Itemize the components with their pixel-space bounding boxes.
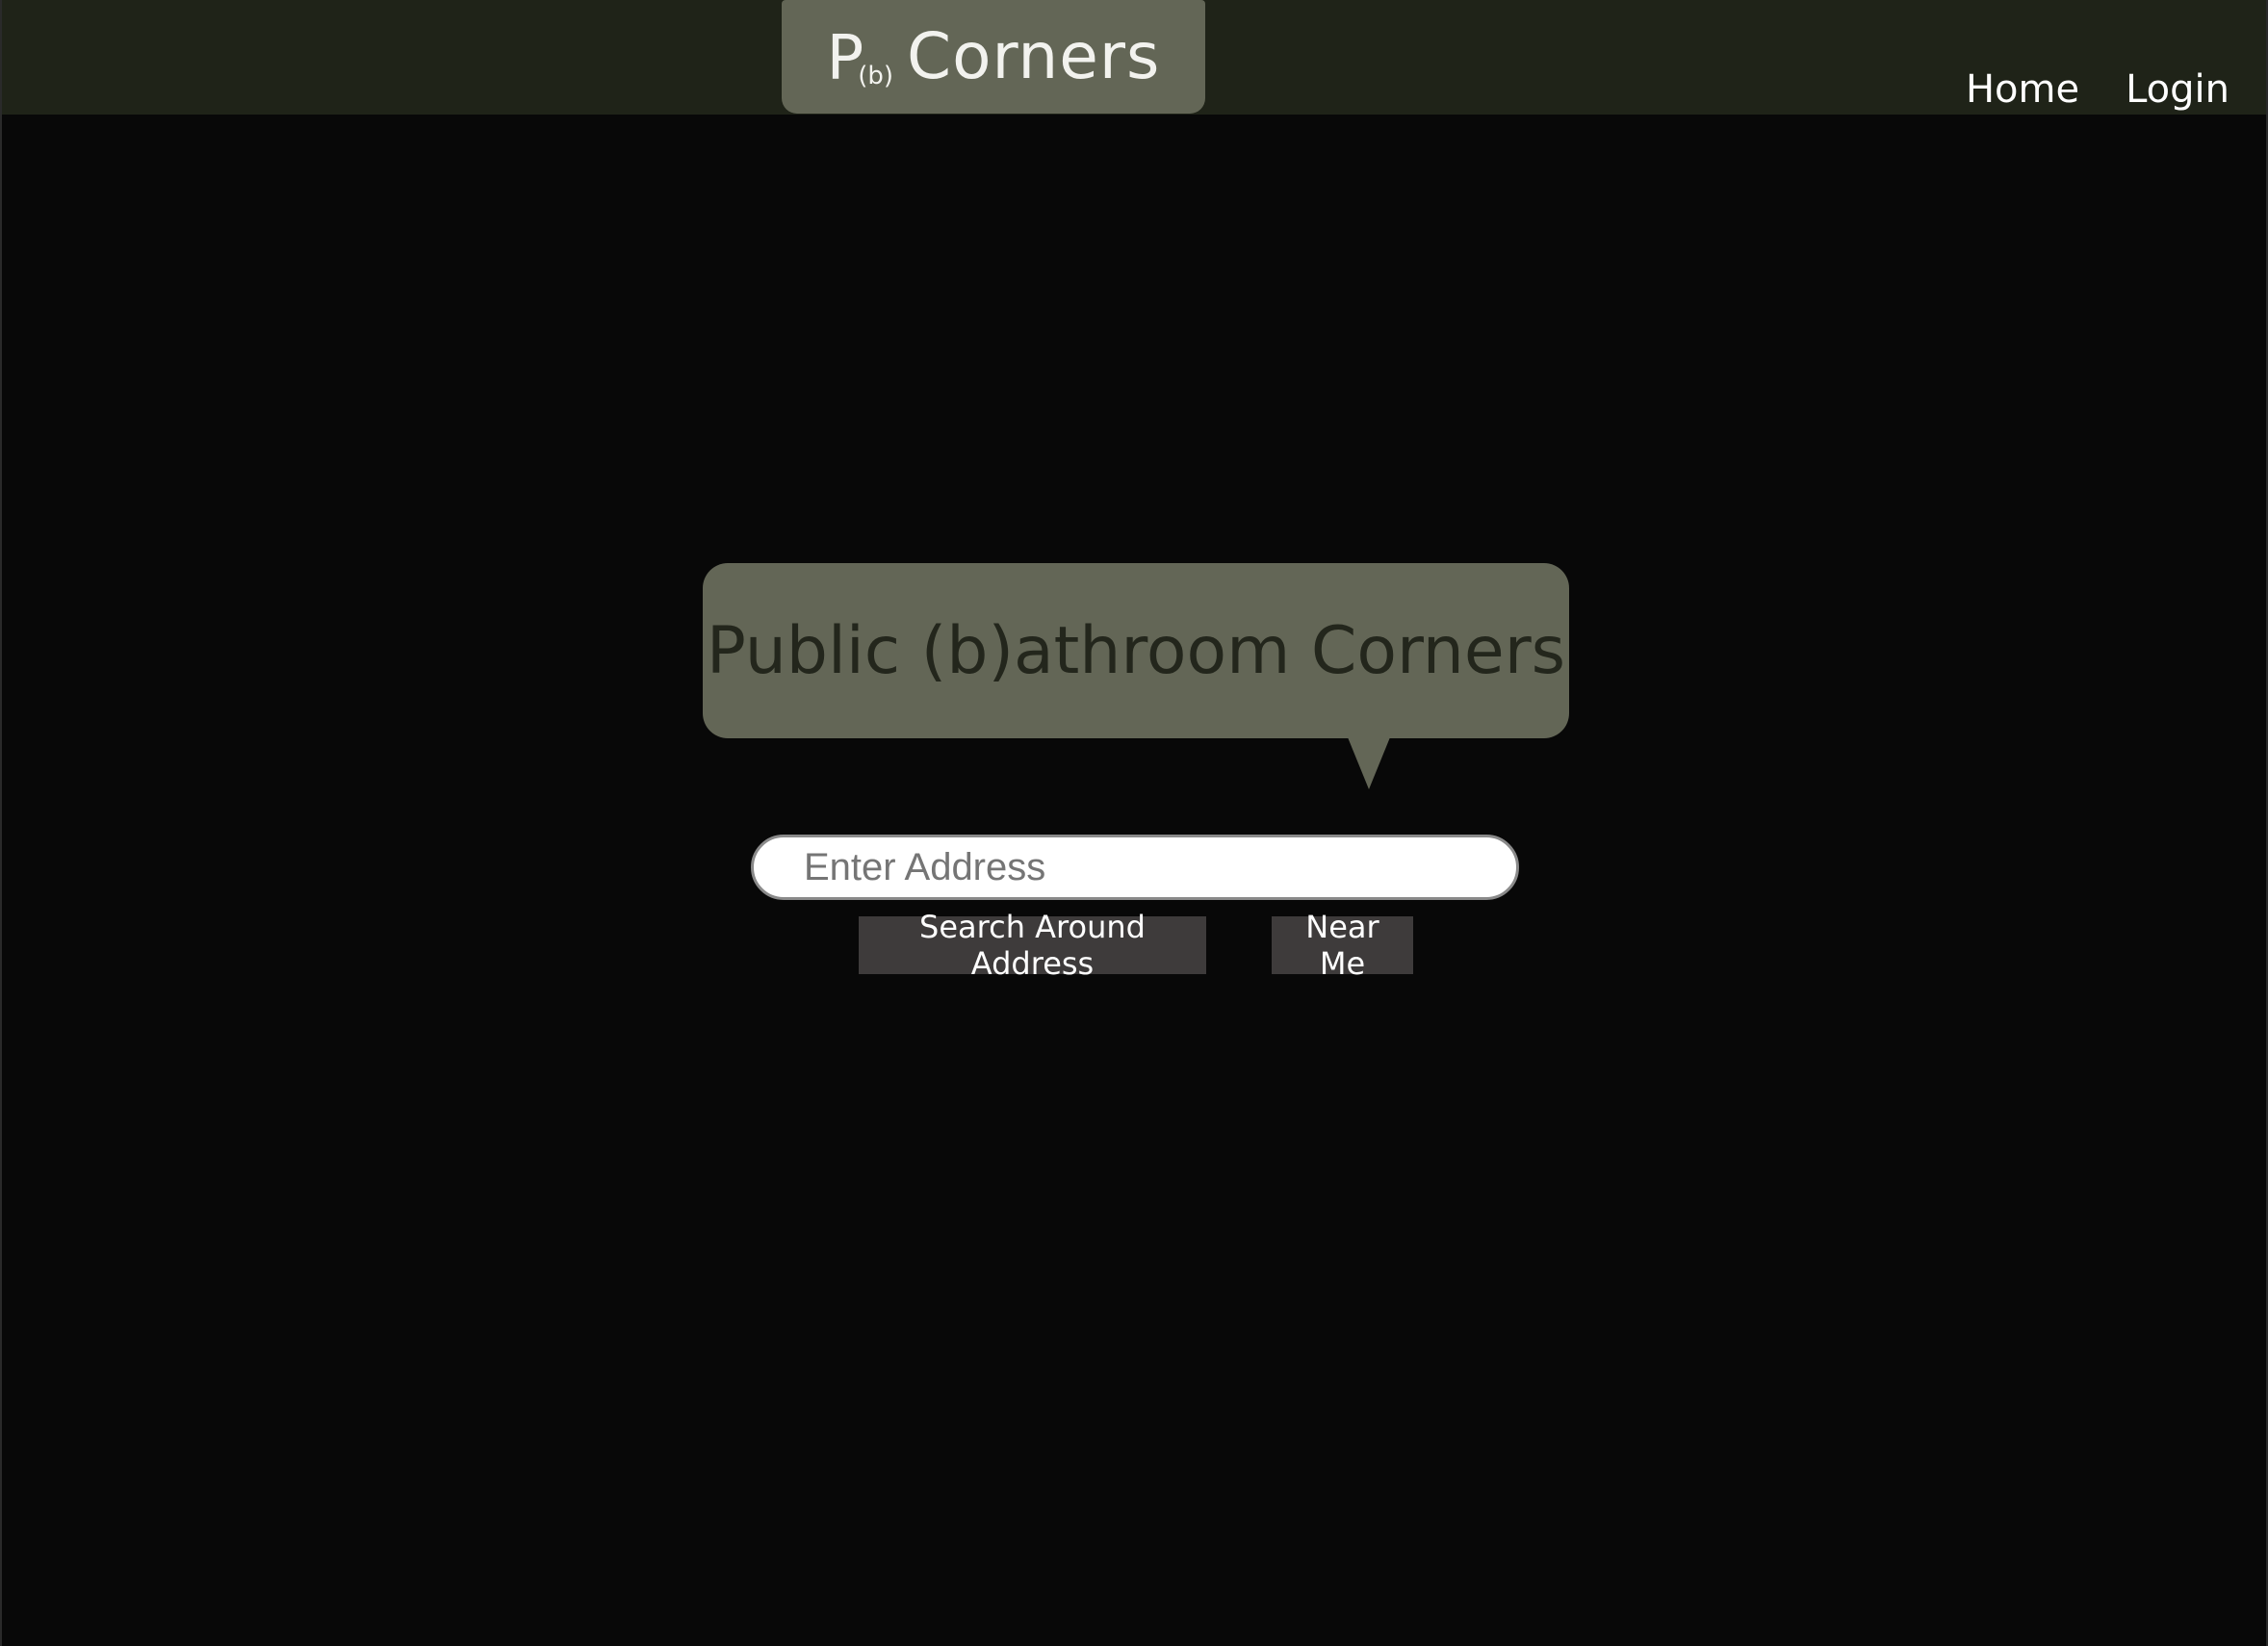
- nav-login-link[interactable]: Login: [2126, 67, 2229, 112]
- hero-title: Public (b)athroom Corners: [706, 612, 1566, 689]
- logo-letter-b: (b): [858, 62, 893, 90]
- logo[interactable]: P (b) Corners: [782, 0, 1205, 114]
- address-search-input[interactable]: [751, 835, 1519, 900]
- nav-links: Home Login: [1966, 67, 2229, 112]
- search-around-address-button[interactable]: Search Around Address: [859, 909, 1206, 982]
- speech-bubble-tail: [1348, 737, 1390, 789]
- near-me-button[interactable]: Near Me: [1272, 909, 1413, 982]
- hero-speech-bubble: Public (b)athroom Corners: [703, 563, 1569, 738]
- navbar: P (b) Corners Home Login: [2, 0, 2266, 115]
- nav-home-link[interactable]: Home: [1966, 67, 2079, 112]
- page: P (b) Corners Home Login Public (b)athro…: [0, 0, 2268, 1646]
- logo-word: Corners: [906, 19, 1161, 93]
